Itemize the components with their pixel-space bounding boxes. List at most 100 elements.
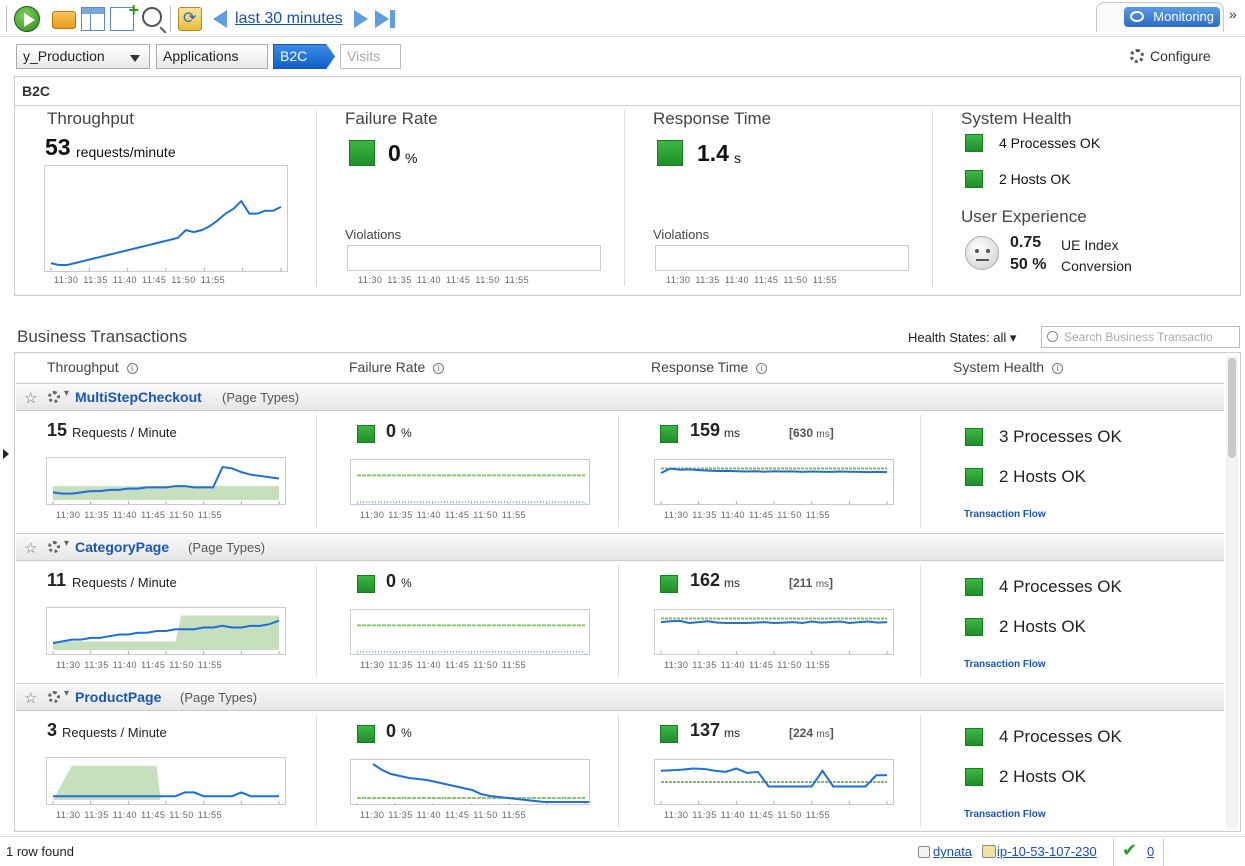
health-states-value: all — [993, 330, 1007, 345]
throughput-chart — [46, 607, 286, 655]
star-icon[interactable]: ☆ — [24, 539, 37, 557]
breadcrumb-current[interactable]: B2C — [273, 44, 335, 69]
toolbar-separator — [170, 6, 171, 32]
status-ok-icon — [965, 618, 983, 636]
baseline-value: [211 ms] — [789, 576, 833, 590]
transaction-name[interactable]: ProductPage — [75, 689, 161, 705]
search-input[interactable]: Search Business Transactio — [1041, 326, 1240, 348]
latest-timeframe-icon[interactable] — [375, 10, 389, 28]
column-header-failure-rate[interactable]: Failure Rate i — [349, 359, 445, 375]
user-checkbox[interactable] — [918, 846, 930, 858]
ue-index-label: UE Index — [1061, 237, 1119, 253]
scrollbar-thumb[interactable] — [1228, 358, 1236, 458]
breadcrumb-visits[interactable]: Visits — [340, 44, 401, 69]
column-header-label: Response Time — [651, 359, 749, 375]
time-axis: 11:30 11:35 11:40 11:45 11:50 11:55 — [358, 275, 530, 285]
status-ok-icon — [660, 575, 678, 593]
transaction-row-header[interactable]: ☆ ProductPage (Page Types) — [16, 683, 1224, 711]
neutral-face-icon — [965, 236, 999, 270]
gear-icon[interactable] — [48, 538, 69, 553]
column-header-system-health[interactable]: System Health i — [953, 359, 1064, 375]
response-time-value: 162 — [690, 570, 721, 590]
time-axis: 11:30 11:35 11:40 11:45 11:50 11:55 — [360, 660, 527, 670]
time-axis: 11:30 11:35 11:40 11:45 11:50 11:55 — [664, 510, 831, 520]
server-icon — [982, 845, 996, 858]
monitoring-label: Monitoring — [1153, 9, 1214, 24]
transaction-name[interactable]: CategoryPage — [75, 539, 169, 555]
column-divider — [316, 110, 317, 286]
chevron-down-icon: ▾ — [1009, 330, 1017, 345]
play-icon[interactable] — [14, 6, 40, 32]
star-icon[interactable]: ☆ — [24, 689, 37, 707]
gear-icon[interactable] — [48, 688, 69, 703]
health-states-filter[interactable]: Health States: all ▾ — [908, 330, 1016, 346]
user-link[interactable]: dynata — [933, 844, 972, 859]
status-ok-icon — [965, 428, 983, 446]
baseline-value: [224 ms] — [789, 726, 834, 740]
toolbar: last 30 minutes Monitoring » — [0, 0, 1245, 38]
open-folder-icon[interactable] — [52, 11, 76, 29]
transaction-row-header[interactable]: ☆ MultiStepCheckout (Page Types) — [16, 383, 1224, 411]
time-axis: 11:30 11:35 11:40 11:45 11:50 11:55 — [664, 660, 831, 670]
status-ok-icon — [965, 134, 983, 152]
transaction-flow-link[interactable]: Transaction Flow — [964, 509, 1046, 520]
status-ok-icon — [657, 140, 683, 166]
breadcrumb-applications[interactable]: Applications — [156, 44, 268, 69]
processes-status: 3 Processes OK — [999, 427, 1122, 446]
baseline-bracket: ] — [829, 576, 834, 590]
new-dashboard-icon[interactable] — [110, 0, 139, 31]
column-divider — [624, 110, 625, 286]
baseline-unit: ms — [815, 579, 830, 590]
series-line — [50, 199, 282, 267]
failure-rate-unit: % — [401, 576, 412, 590]
timeframe-link[interactable]: last 30 minutes — [235, 10, 343, 28]
series-line — [372, 763, 589, 803]
status-ok-icon — [965, 468, 983, 486]
transaction-flow-link[interactable]: Transaction Flow — [964, 659, 1046, 670]
response-time-chart — [654, 459, 894, 505]
next-timeframe-icon[interactable] — [354, 10, 368, 28]
status-ok-icon — [965, 578, 983, 596]
transaction-flow-link[interactable]: Transaction Flow — [964, 809, 1046, 820]
problems-count-link[interactable]: 0 — [1147, 844, 1154, 859]
column-divider — [920, 565, 921, 677]
failure-rate-value: 0 — [386, 571, 397, 591]
conversion-value: 50 % — [1010, 256, 1047, 273]
info-icon[interactable]: i — [126, 363, 138, 374]
throughput-value: 53 — [45, 134, 71, 160]
configure-button[interactable]: Configure — [1130, 48, 1211, 64]
transaction-row-header[interactable]: ☆ CategoryPage (Page Types) — [16, 533, 1224, 561]
column-header-throughput[interactable]: Throughput i — [47, 359, 138, 375]
dashboard-icon[interactable] — [81, 7, 105, 31]
gear-icon[interactable] — [48, 388, 69, 403]
throughput-unit: Requests / Minute — [62, 725, 167, 740]
summary-title: B2C — [14, 76, 1241, 106]
transaction-name[interactable]: MultiStepCheckout — [75, 389, 202, 405]
configure-label: Configure — [1150, 48, 1211, 64]
info-icon[interactable]: i — [433, 363, 445, 374]
throughput-chart — [46, 457, 286, 505]
search-placeholder: Search Business Transactio — [1064, 330, 1213, 344]
info-icon[interactable]: i — [1052, 363, 1064, 374]
breadcrumb-profile-select[interactable]: y_Production — [16, 44, 150, 69]
baseline-unit: ms — [816, 429, 830, 440]
status-ok-icon — [965, 768, 983, 786]
search-icon — [1047, 331, 1058, 342]
processes-status: 4 Processes OK — [999, 577, 1122, 596]
transaction-type: (Page Types) — [188, 540, 266, 555]
star-icon[interactable]: ☆ — [24, 389, 37, 407]
hosts-status: 2 Hosts OK — [999, 617, 1086, 636]
column-header-response-time[interactable]: Response Time i — [651, 359, 768, 375]
time-axis: 11:30 11:35 11:40 11:45 11:50 11:55 — [56, 510, 223, 520]
more-menu-icon[interactable]: » — [1229, 6, 1237, 22]
monitoring-button[interactable]: Monitoring — [1124, 7, 1220, 27]
transaction-type: (Page Types) — [180, 690, 258, 705]
previous-timeframe-icon[interactable] — [213, 10, 227, 28]
host-link[interactable]: ip-10-53-107-230 — [997, 844, 1097, 859]
search-icon[interactable] — [142, 7, 162, 27]
response-time-title: Response Time — [653, 109, 772, 128]
sync-icon[interactable] — [178, 7, 202, 31]
status-ok-icon — [349, 140, 375, 166]
time-axis: 11:30 11:35 11:40 11:45 11:50 11:55 — [664, 810, 831, 820]
info-icon[interactable]: i — [756, 363, 768, 374]
